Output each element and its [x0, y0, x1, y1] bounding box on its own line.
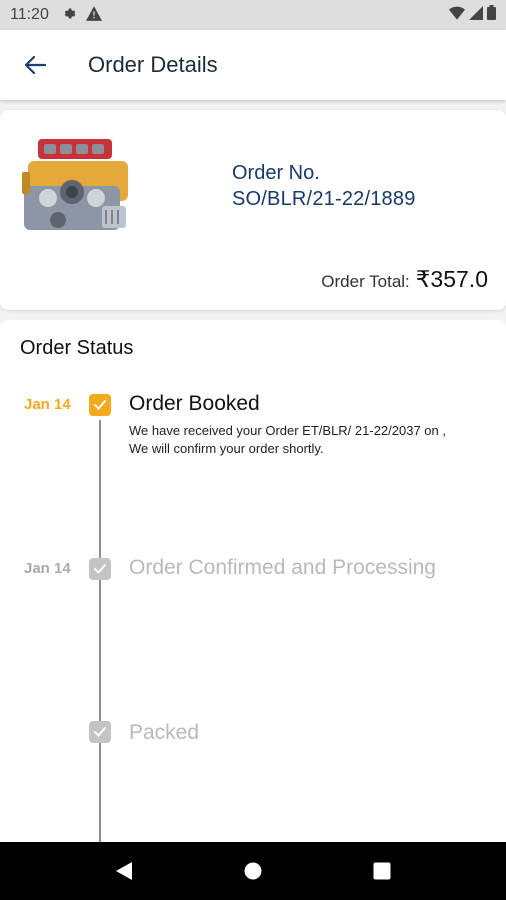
order-total: Order Total: ₹357.0	[321, 266, 488, 293]
nav-home-button[interactable]	[233, 851, 273, 891]
checkbox-checked-icon	[89, 721, 111, 743]
circle-home-icon	[244, 862, 262, 880]
order-status-heading: Order Status	[20, 337, 134, 359]
status-time: 11:20	[10, 6, 49, 23]
page-title: Order Details	[88, 52, 218, 77]
order-total-value: ₹357.0	[415, 266, 488, 292]
step-title: Order Booked	[129, 392, 260, 415]
order-number-label: Order No.	[232, 162, 320, 184]
step-date: Jan 14	[24, 396, 71, 413]
warning-icon	[85, 6, 102, 24]
nav-recents-button[interactable]	[362, 851, 402, 891]
checkbox-checked-icon	[89, 394, 111, 416]
battery-icon	[487, 5, 496, 25]
step-date: Jan 14	[24, 560, 71, 577]
order-total-label: Order Total:	[321, 272, 410, 291]
engine-product-image	[20, 136, 136, 236]
order-summary-card: Order No. SO/BLR/21-22/1889 Order Total:…	[0, 110, 506, 310]
timeline-line	[99, 420, 101, 860]
square-recents-icon	[373, 862, 391, 880]
settings-icon	[61, 6, 76, 24]
system-navigation-bar	[0, 842, 506, 900]
checkbox-checked-icon	[89, 558, 111, 580]
order-number-value: SO/BLR/21-22/1889	[232, 188, 416, 210]
back-button[interactable]	[0, 30, 70, 100]
signal-icon	[469, 5, 483, 25]
step-title: Packed	[129, 721, 200, 744]
status-bar: 11:20	[0, 0, 506, 30]
step-description: We have received your Order ET/BLR/ 21-2…	[129, 423, 446, 456]
wifi-icon	[449, 6, 465, 25]
nav-back-button[interactable]	[104, 851, 144, 891]
arrow-back-icon	[24, 56, 46, 74]
step-title: Order Confirmed and Processing	[129, 556, 436, 579]
app-bar: Order Details	[0, 30, 506, 100]
order-status-card: Order Status Jan 14 Order Booked We have…	[0, 320, 506, 860]
triangle-back-icon	[116, 862, 133, 880]
